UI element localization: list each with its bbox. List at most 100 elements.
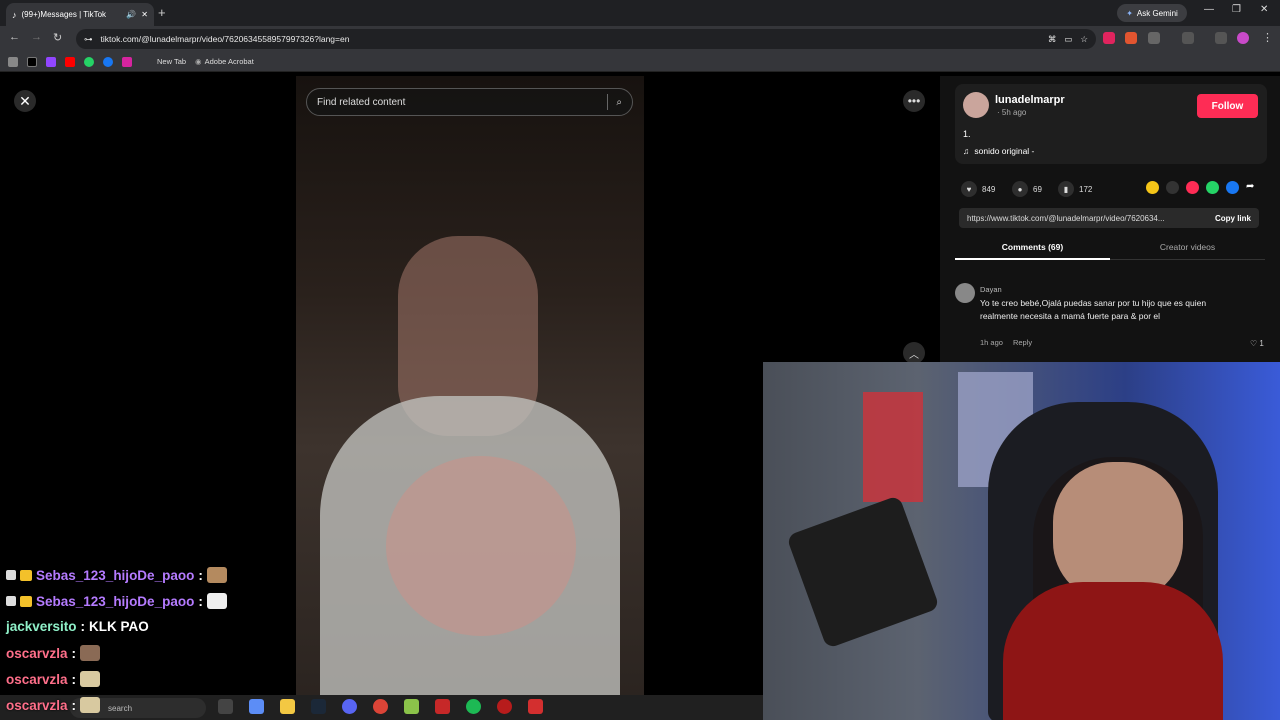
webcam-overlay [763,362,1280,720]
tab-close-icon[interactable]: ✕ [141,10,148,19]
reload-icon[interactable]: ↻ [53,31,62,44]
back-icon[interactable]: ← [9,31,20,43]
embed-icon[interactable] [1166,181,1179,194]
new-tab-button[interactable]: + [158,5,166,20]
tiktok-favicon-icon: ♪ [12,9,17,20]
steam-icon[interactable] [311,699,326,714]
bookmark-new-tab[interactable]: New Tab [157,57,186,66]
copy-link-button[interactable]: Copy link [1215,214,1251,223]
reply-button[interactable]: Reply [1013,338,1032,347]
post-description: 1. [963,129,971,139]
twitch-icon[interactable] [46,56,56,67]
file-explorer-icon[interactable] [280,699,295,714]
extension-icon[interactable] [1103,32,1115,44]
instagram-icon[interactable] [122,56,132,67]
comment-like[interactable]: ♡ 1 [1250,339,1264,348]
bookmarks-bar: New Tab ◉ Adobe Acrobat [0,52,1280,72]
whatsapp-share-icon[interactable] [1206,181,1219,194]
ask-gemini-button[interactable]: ✦ Ask Gemini [1117,4,1187,22]
facebook-share-icon[interactable] [1226,181,1239,194]
site-info-icon[interactable]: ⊶ [84,34,93,45]
forward-icon[interactable]: → [31,31,42,43]
follow-button[interactable]: Follow [1197,94,1258,118]
badge-icon [6,570,16,580]
close-icon[interactable]: ✕ [14,90,36,112]
video-player[interactable] [296,76,644,696]
more-options-icon[interactable]: ••• [903,90,925,112]
app-icon[interactable] [404,699,419,714]
bookmark-icon[interactable]: ▮ [1058,181,1074,197]
comment-author[interactable]: Dayan [980,285,1002,294]
task-view-icon[interactable] [218,699,233,714]
cast-icon[interactable]: ▭ [1064,34,1072,45]
app-icon[interactable] [435,699,450,714]
menu-dots-icon[interactable]: ⋮ [1262,31,1273,44]
translate-icon[interactable]: ⌘ [1048,34,1057,45]
search-icon[interactable]: ⌕ [616,97,622,108]
spotify-icon[interactable] [466,699,481,714]
profile-avatar[interactable] [1237,32,1249,44]
badge-icon [6,596,16,606]
music-link[interactable]: ♫ sonido original - [963,146,1034,156]
author-username[interactable]: lunadelmarpr [995,94,1065,106]
youtube-icon[interactable] [65,56,75,67]
discord-icon[interactable] [342,699,357,714]
minimize-icon[interactable]: — [1204,4,1214,15]
search-input[interactable]: Find related content ⌕ [306,88,633,116]
emote-icon [80,697,101,713]
maximize-icon[interactable]: ❐ [1232,4,1241,15]
sidebar-icon[interactable] [1182,32,1194,44]
chat-username: Sebas_123_hijoDe_paoo [36,567,195,583]
share-url: https://www.tiktok.com/@lunadelmarpr/vid… [967,213,1165,223]
comment-icon[interactable]: ● [1012,181,1028,197]
facebook-icon[interactable] [103,56,113,67]
app-icon[interactable] [497,699,512,714]
share-arrow-icon[interactable]: ➦ [1246,181,1254,192]
comment-avatar[interactable] [955,283,975,303]
streamer-figure [1053,462,1183,602]
media-icon[interactable] [1215,32,1227,44]
tab-creator-videos[interactable]: Creator videos [1110,238,1265,260]
send-icon[interactable] [1186,181,1199,194]
whatsapp-icon[interactable] [84,56,94,67]
heart-outline-icon[interactable]: ♡ [1250,339,1257,348]
chat-text: KLK PAO [89,619,149,634]
app-icon[interactable] [528,699,543,714]
copilot-icon[interactable] [249,699,264,714]
chat-separator: : [71,645,77,661]
bookmark-star-icon[interactable]: ☆ [1080,34,1088,45]
extensions-puzzle-icon[interactable] [1148,32,1160,44]
crown-badge-icon [20,595,32,607]
ask-gemini-label: Ask Gemini [1136,8,1178,18]
panel-tabs: Comments (69) Creator videos [955,238,1265,260]
address-bar[interactable]: ⊶ tiktok.com/@lunadelmarpr/video/7620634… [76,29,1096,49]
like-stat[interactable]: ♥ 849 [961,181,995,197]
chat-message: Sebas_123_hijoDe_paoo : [6,593,227,609]
tab-comments[interactable]: Comments (69) [955,238,1110,260]
extension-icon[interactable] [1125,32,1137,44]
avatar[interactable] [963,92,989,118]
chat-separator: : [198,593,203,609]
chrome-icon[interactable] [373,699,388,714]
x-icon[interactable] [27,56,37,67]
comment-count: 69 [1033,184,1042,194]
window-close-icon[interactable]: ✕ [1260,4,1268,15]
repost-icon[interactable] [1146,181,1159,194]
comment-stat[interactable]: ● 69 [1012,181,1042,197]
emote-icon [80,645,101,661]
share-link-box: https://www.tiktok.com/@lunadelmarpr/vid… [959,208,1259,228]
chevron-up-icon[interactable]: ︿ [903,342,925,364]
comment-like-count: 1 [1259,339,1264,348]
chat-username: jackversito [6,619,77,634]
music-note-icon: ♫ [963,146,970,156]
chat-message: oscarvzla : [6,645,101,661]
chat-separator: : [80,619,86,634]
save-stat[interactable]: ▮ 172 [1058,181,1092,197]
heart-icon[interactable]: ♥ [961,181,977,197]
comment-time: 1h ago [980,338,1003,347]
crown-badge-icon [20,569,32,581]
browser-tab[interactable]: ♪ (99+)Messages | TikTok 🔊 ✕ [6,3,154,26]
apps-grid-icon[interactable] [8,56,18,67]
audio-icon[interactable]: 🔊 [126,10,136,19]
bookmark-adobe-acrobat[interactable]: Adobe Acrobat [205,57,254,66]
